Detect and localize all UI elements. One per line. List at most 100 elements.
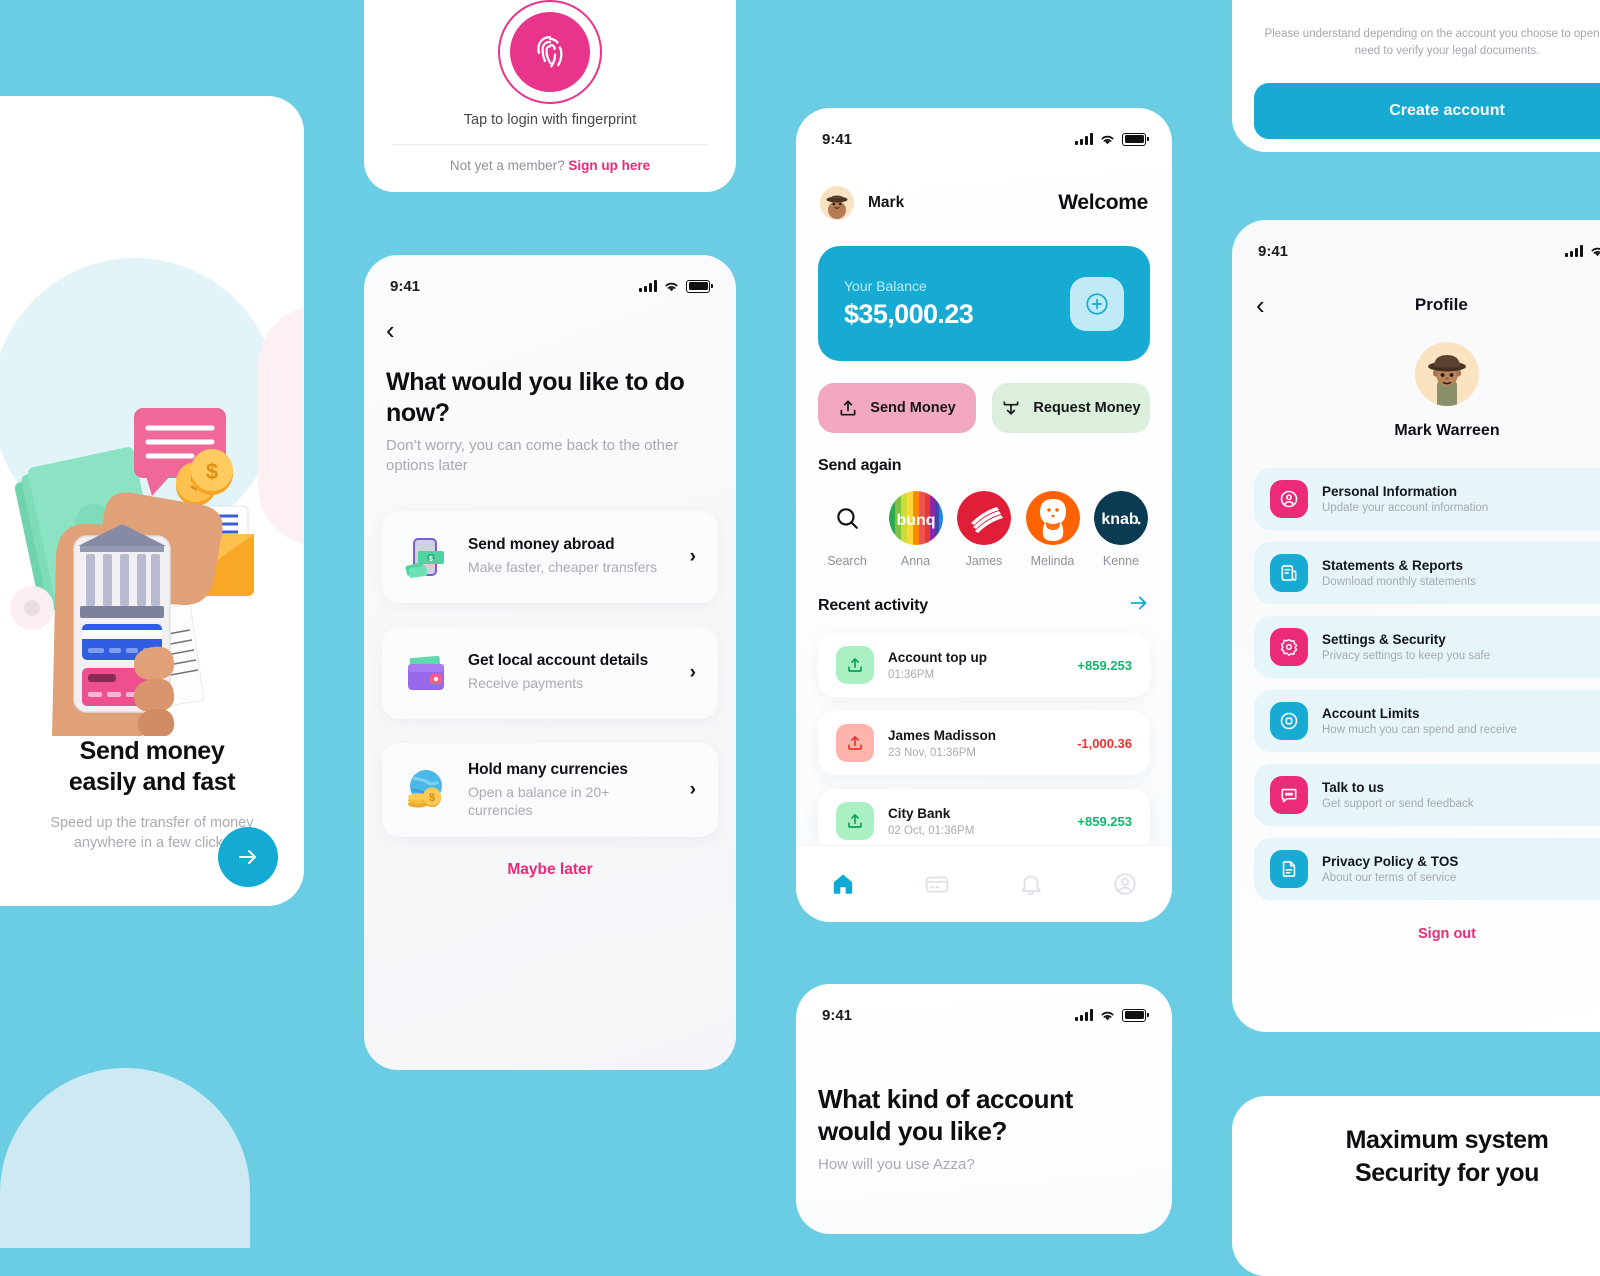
chevron-right-icon: › xyxy=(689,661,696,683)
onboarding-panel: $ $ xyxy=(0,96,304,906)
plus-circle-icon xyxy=(1086,292,1108,315)
send-again-title: Send again xyxy=(818,457,902,474)
document-icon xyxy=(1270,554,1308,592)
user-greeting[interactable]: Mark xyxy=(820,186,904,220)
profile-item-title: Statements & Reports xyxy=(1322,558,1464,573)
profile-item-settings-security[interactable]: Settings & Security Privacy settings to … xyxy=(1254,616,1600,678)
account-type-title-line1: What kind of account xyxy=(818,1084,1073,1114)
request-money-button[interactable]: Request Money xyxy=(992,383,1150,433)
profile-item-desc: Privacy settings to keep you safe xyxy=(1322,650,1491,662)
notifications-tab[interactable] xyxy=(1008,861,1054,907)
profile-item-desc: How much you can spend and receive xyxy=(1322,724,1517,736)
status-time: 9:41 xyxy=(390,277,421,295)
contact-melinda[interactable]: Melinda xyxy=(1024,491,1082,568)
option-title: Hold many currencies xyxy=(468,760,628,778)
transaction-time: 23 Nov, 01:36PM xyxy=(888,746,977,759)
create-account-note: Please understand depending on the accou… xyxy=(1264,28,1600,58)
svg-text:$: $ xyxy=(429,556,433,563)
banknote-phone-icon: $ xyxy=(398,529,454,585)
back-button[interactable]: ‹ xyxy=(1256,292,1265,318)
recent-activity-title: Recent activity xyxy=(818,596,928,614)
wallet-icon xyxy=(398,645,454,701)
home-icon xyxy=(833,874,853,894)
status-time: 9:41 xyxy=(822,1006,853,1024)
profile-name: Mark Warreen xyxy=(1394,422,1500,439)
battery-icon xyxy=(1122,1008,1149,1022)
transaction-title: Account top up xyxy=(888,649,987,665)
svg-text:bunq: bunq xyxy=(896,512,935,529)
cards-tab[interactable] xyxy=(914,861,960,907)
signup-footer: Not yet a member? Sign up here xyxy=(364,158,736,173)
home-panel: 9:41 Mark Welcome Your Balance $35,000.2… xyxy=(796,108,1172,922)
avatar xyxy=(1415,342,1479,406)
profile-item-title: Privacy Policy & TOS xyxy=(1322,854,1459,869)
signup-prefix: Not yet a member? xyxy=(449,158,569,173)
profile-item-desc: Update your account information xyxy=(1322,502,1489,514)
option-desc: Make faster, cheaper transfers xyxy=(468,559,658,576)
option-desc: Receive payments xyxy=(468,675,584,692)
profile-item-desc: Download monthly statements xyxy=(1322,576,1477,588)
user-name: Mark xyxy=(868,194,905,211)
create-account-panel: Please understand depending on the accou… xyxy=(1232,0,1600,152)
create-account-button[interactable]: Create account xyxy=(1254,82,1600,139)
home-tab[interactable] xyxy=(820,861,866,907)
back-button[interactable]: ‹ xyxy=(386,317,714,343)
maybe-later-button[interactable]: Maybe later xyxy=(364,861,736,879)
wifi-icon xyxy=(665,282,678,291)
wifi-icon xyxy=(1101,1011,1114,1020)
signup-link[interactable]: Sign up here xyxy=(568,158,650,173)
status-bar: 9:41 xyxy=(1232,234,1600,268)
recent-activity-see-all-button[interactable] xyxy=(1128,592,1150,619)
contact-james[interactable]: James xyxy=(955,491,1013,568)
battery-icon xyxy=(686,279,713,293)
option-hold-many-currencies[interactable]: $ Hold many currencies Open a balance in… xyxy=(382,742,718,838)
balance-card: Your Balance $35,000.23 xyxy=(818,246,1150,361)
download-icon xyxy=(1003,401,1019,415)
wifi-icon xyxy=(1101,135,1114,144)
fingerprint-button[interactable] xyxy=(498,0,602,104)
user-circle-icon xyxy=(1114,873,1136,895)
profile-item-account-limits[interactable]: Account Limits How much you can spend an… xyxy=(1254,690,1600,752)
onboarding-title-line2: easily and fast xyxy=(68,768,236,797)
contact-name: Anna xyxy=(900,554,931,568)
welcome-title: Welcome xyxy=(1058,191,1148,214)
hand-phone-money-illustration: $ $ xyxy=(10,408,254,736)
profile-item-personal-information[interactable]: Personal Information Update your account… xyxy=(1254,468,1600,530)
send-money-button[interactable]: Send Money xyxy=(818,383,976,433)
wifi-icon xyxy=(1591,247,1600,256)
transaction-in-icon xyxy=(836,646,874,684)
add-money-button[interactable] xyxy=(1070,276,1124,331)
profile-item-title: Settings & Security xyxy=(1322,632,1446,647)
knab-logo: knab xyxy=(1094,491,1148,545)
arrow-right-icon xyxy=(239,850,256,864)
fingerprint-login-panel: Tap to login with fingerprint Not yet a … xyxy=(364,0,736,192)
bank-of-america-logo xyxy=(957,491,1011,545)
option-desc: Open a balance in 20+ currencies xyxy=(468,783,610,818)
chat-icon xyxy=(1270,776,1308,814)
profile-panel: 9:41 ‹ Profile Mark Warreen Personal Inf… xyxy=(1232,220,1600,1032)
onboarding-next-button[interactable] xyxy=(218,827,278,887)
option-send-money-abroad[interactable]: $ Send money abroad Make faster, cheaper… xyxy=(382,510,718,603)
profile-item-title: Talk to us xyxy=(1322,780,1385,795)
transaction-amount: +859.253 xyxy=(1077,657,1132,673)
profile-item-title: Personal Information xyxy=(1322,484,1458,499)
target-icon xyxy=(1270,702,1308,740)
transaction-out-icon xyxy=(836,724,874,762)
transaction-row[interactable]: Account top up 01:36PM +859.253 xyxy=(818,633,1150,697)
file-icon xyxy=(1270,850,1308,888)
transaction-row[interactable]: James Madisson 23 Nov, 01:36PM -1,000.36 xyxy=(818,711,1150,775)
contact-search[interactable]: Search xyxy=(818,491,876,568)
option-local-account-details[interactable]: Get local account details Receive paymen… xyxy=(382,626,718,719)
profile-item-statements-reports[interactable]: Statements & Reports Download monthly st… xyxy=(1254,542,1600,604)
profile-item-privacy-policy-tos[interactable]: Privacy Policy & TOS About our terms of … xyxy=(1254,838,1600,900)
profile-item-talk-to-us[interactable]: Talk to us Get support or send feedback … xyxy=(1254,764,1600,826)
contact-kenne[interactable]: knab Kenne xyxy=(1092,491,1150,568)
balance-label: Your Balance xyxy=(844,277,927,294)
profile-tab[interactable] xyxy=(1102,861,1148,907)
transaction-amount: -1,000.36 xyxy=(1077,735,1132,751)
signal-icon xyxy=(1075,133,1093,145)
sign-out-button[interactable]: Sign out xyxy=(1232,926,1600,942)
fingerprint-icon xyxy=(537,35,563,68)
transaction-row[interactable]: City Bank 02 Oct, 01:36PM +859.253 xyxy=(818,789,1150,853)
contact-anna[interactable]: bunq Anna xyxy=(887,491,945,568)
